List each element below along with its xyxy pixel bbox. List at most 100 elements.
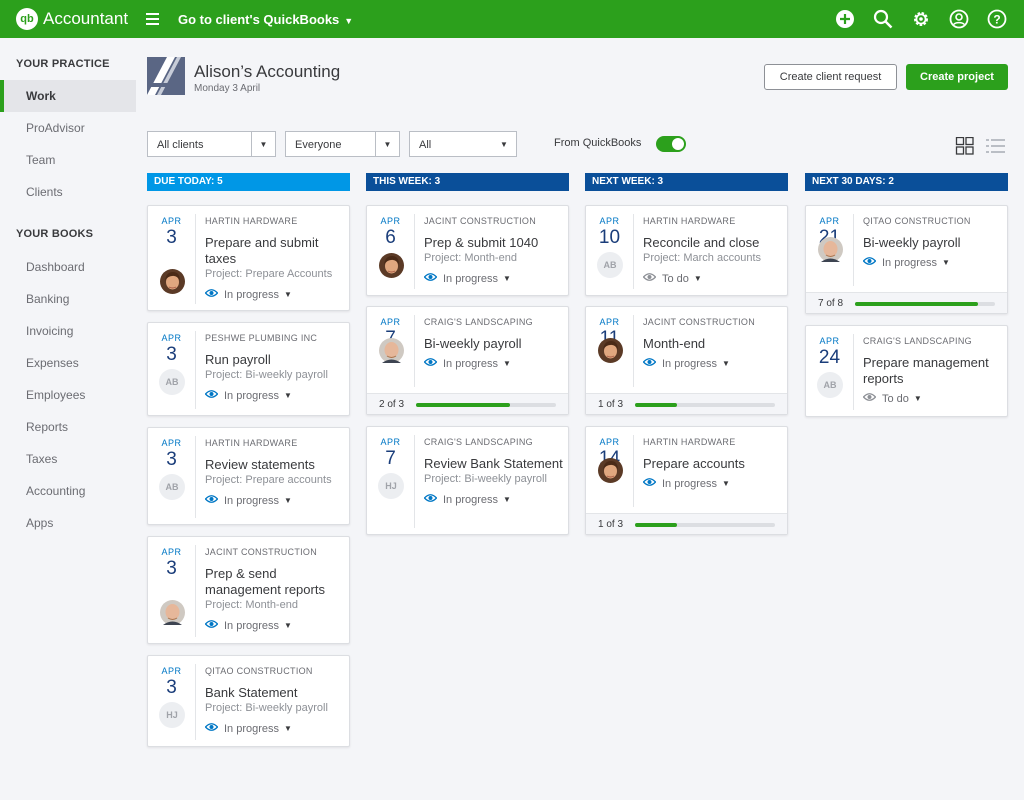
status-label: In progress xyxy=(662,477,718,490)
status-dropdown[interactable]: In progress ▼ xyxy=(642,477,730,490)
sidebar-item-employees[interactable]: Employees xyxy=(0,379,136,411)
type-filter-value: All xyxy=(419,139,432,151)
people-filter-select[interactable]: Everyone ▼ xyxy=(285,131,400,157)
card-divider xyxy=(633,315,634,387)
card-divider xyxy=(414,315,415,387)
list-view-icon[interactable] xyxy=(986,137,1006,155)
grid-view-icon[interactable] xyxy=(955,136,975,155)
project-label: Project: xyxy=(205,474,243,486)
status-dropdown[interactable]: In progress ▼ xyxy=(204,494,292,507)
progress-count: 1 of 3 xyxy=(598,519,624,530)
due-day: 10 xyxy=(598,227,621,248)
status-dropdown[interactable]: In progress ▼ xyxy=(423,272,511,285)
clients-filter-select[interactable]: All clients ▼ xyxy=(147,131,276,157)
sidebar-item-invoicing[interactable]: Invoicing xyxy=(0,315,136,347)
create-project-button[interactable]: Create project xyxy=(906,64,1008,90)
status-dropdown[interactable]: In progress ▼ xyxy=(204,722,292,735)
caret-down-icon: ▼ xyxy=(503,495,511,504)
plus-icon[interactable] xyxy=(835,9,855,29)
sidebar-item-proadvisor[interactable]: ProAdvisor xyxy=(0,112,136,144)
due-day: 7 xyxy=(385,448,396,469)
status-dropdown[interactable]: In progress ▼ xyxy=(862,256,950,269)
svg-text:?: ? xyxy=(993,13,1000,27)
status-label: In progress xyxy=(882,256,938,269)
progress-fill xyxy=(416,403,510,407)
task-name: Prepare management reports xyxy=(863,355,989,386)
hamburger-menu-icon[interactable] xyxy=(146,13,159,25)
column-header: NEXT 30 DAYS: 2 xyxy=(805,173,1008,191)
task-card[interactable]: APR 3 AB HARTIN HARDWARE Review statements Pr… xyxy=(147,427,350,525)
type-filter-select[interactable]: All ▼ xyxy=(409,131,517,157)
gear-icon[interactable] xyxy=(911,9,931,29)
progress-footer: 7 of 8 xyxy=(806,292,1007,313)
card-divider xyxy=(414,214,415,289)
sidebar-item-reports[interactable]: Reports xyxy=(0,411,136,443)
caret-down-icon: ▼ xyxy=(722,479,730,488)
task-name: Review statements xyxy=(205,457,315,472)
sidebar-item-accounting[interactable]: Accounting xyxy=(0,475,136,507)
project-name: Prepare Accounts xyxy=(245,268,333,280)
task-card[interactable]: APR14HARTIN HARDWAREPrepare accountsIn p… xyxy=(585,426,788,535)
caret-down-icon: ▼ xyxy=(284,391,292,400)
sidebar-item-banking[interactable]: Banking xyxy=(0,283,136,315)
search-icon[interactable] xyxy=(873,9,893,29)
sidebar-item-team[interactable]: Team xyxy=(0,144,136,176)
user-icon[interactable] xyxy=(949,9,969,29)
task-card[interactable]: APR 24 AB CRAIG'S LANDSCAPING Prepare manage… xyxy=(805,325,1008,417)
status-dropdown[interactable]: In progress ▼ xyxy=(204,288,292,301)
page-title: Alison’s Accounting xyxy=(194,62,341,81)
caret-down-icon: ▼ xyxy=(503,359,511,368)
card-divider xyxy=(414,435,415,528)
status-dropdown[interactable]: In progress ▼ xyxy=(423,493,511,506)
task-card[interactable]: APR21QITAO CONSTRUCTIONBi-weekly payroll… xyxy=(805,205,1008,314)
status-dropdown[interactable]: In progress ▼ xyxy=(642,357,730,370)
task-card[interactable]: APR 10 AB HARTIN HARDWARE Reconcile and clos… xyxy=(585,205,788,296)
status-dropdown[interactable]: In progress ▼ xyxy=(204,619,292,632)
assignee-initials: HJ xyxy=(378,473,404,499)
sidebar-item-taxes[interactable]: Taxes xyxy=(0,443,136,475)
assignee-initials: AB xyxy=(817,372,843,398)
project-info: Project: Month-end xyxy=(205,599,298,611)
sidebar-item-dashboard[interactable]: Dashboard xyxy=(0,251,136,283)
project-label: Project: xyxy=(205,702,243,714)
create-client-request-button[interactable]: Create client request xyxy=(764,64,897,90)
status-label: In progress xyxy=(662,357,718,370)
task-card[interactable]: APR 3 HARTIN HARDWARE Prepare and submit ta… xyxy=(147,205,350,311)
help-icon[interactable]: ? xyxy=(987,9,1007,29)
task-card[interactable]: APR 3 JACINT CONSTRUCTION Prep & send manag… xyxy=(147,536,350,644)
task-card[interactable]: APR 6 JACINT CONSTRUCTION Prep & submit 104… xyxy=(366,205,569,296)
status-label: In progress xyxy=(224,722,280,735)
task-card[interactable]: APR 3 AB PESHWE PLUMBING INC Run payroll Proj… xyxy=(147,322,350,416)
app-name: Accountant xyxy=(43,9,129,28)
project-info: Project: Prepare Accounts xyxy=(205,268,332,280)
eye-icon xyxy=(204,494,224,507)
sidebar-item-apps[interactable]: Apps xyxy=(0,507,136,539)
sidebar-item-work[interactable]: Work xyxy=(0,80,136,112)
status-label: To do xyxy=(662,272,689,285)
assignee-initials: AB xyxy=(597,252,623,278)
status-dropdown[interactable]: To do ▼ xyxy=(862,392,922,405)
eye-icon xyxy=(423,272,443,285)
task-card[interactable]: APR 3 HJ QITAO CONSTRUCTION Bank Statement Pr… xyxy=(147,655,350,747)
sidebar-item-clients[interactable]: Clients xyxy=(0,176,136,208)
status-dropdown[interactable]: To do ▼ xyxy=(642,272,702,285)
due-month: APR xyxy=(819,336,840,346)
card-divider xyxy=(853,214,854,286)
go-to-client-quickbooks-dropdown[interactable]: Go to client's QuickBooks ▼ xyxy=(178,12,353,27)
progress-count: 2 of 3 xyxy=(379,399,405,410)
due-month: APR xyxy=(161,216,182,226)
task-card[interactable]: APR7CRAIG'S LANDSCAPINGBi-weekly payroll… xyxy=(366,306,569,415)
client-name: QITAO CONSTRUCTION xyxy=(205,666,313,676)
status-dropdown[interactable]: In progress ▼ xyxy=(204,389,292,402)
task-card[interactable]: APR11JACINT CONSTRUCTIONMonth-endIn prog… xyxy=(585,306,788,415)
firm-logo xyxy=(147,57,185,95)
sidebar-item-expenses[interactable]: Expenses xyxy=(0,347,136,379)
from-quickbooks-toggle[interactable] xyxy=(656,136,686,152)
eye-icon xyxy=(862,256,882,269)
app-logo[interactable]: qb Accountant xyxy=(16,8,128,30)
status-dropdown[interactable]: In progress ▼ xyxy=(423,357,511,370)
caret-down-icon: ▼ xyxy=(251,132,275,156)
due-month: APR xyxy=(161,666,182,676)
task-card[interactable]: APR 7 HJ CRAIG'S LANDSCAPING Review Bank Sta… xyxy=(366,426,569,535)
due-month: APR xyxy=(161,438,182,448)
